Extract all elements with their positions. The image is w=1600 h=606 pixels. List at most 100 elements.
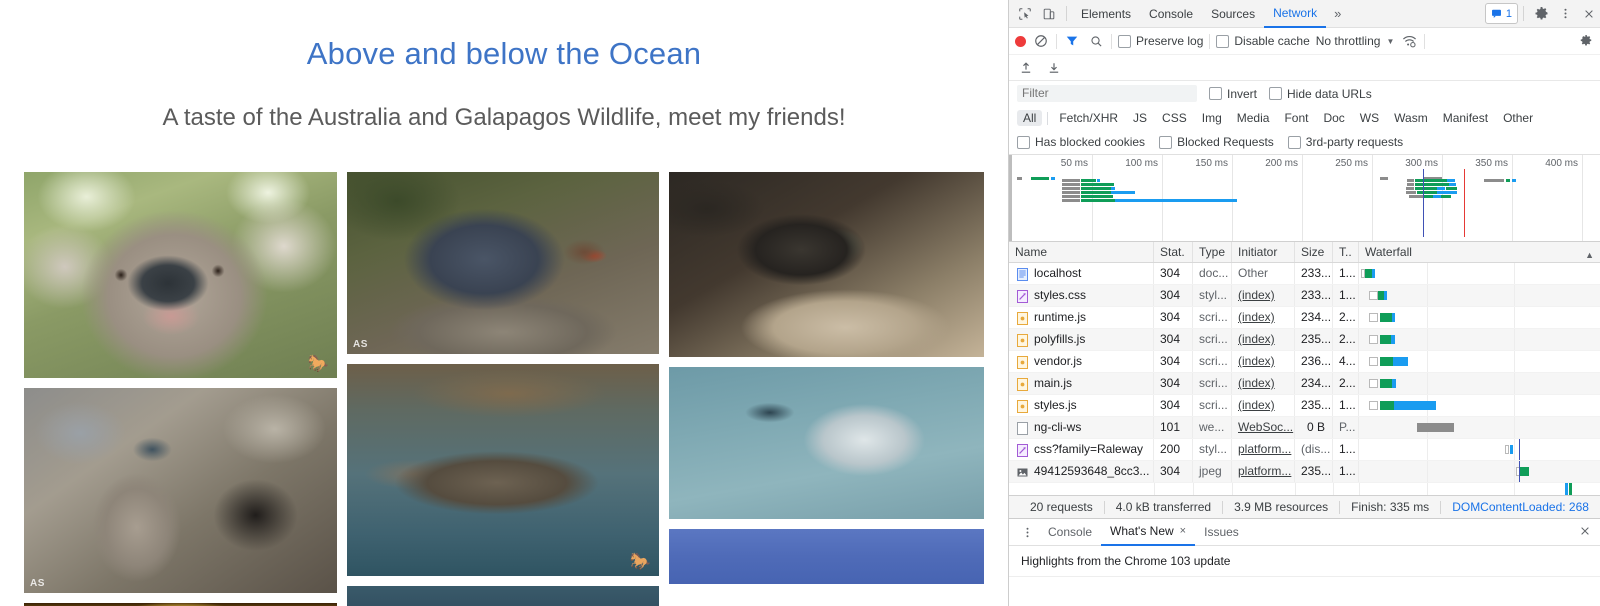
network-settings-gear-icon[interactable] (1577, 32, 1595, 50)
request-name-cell[interactable]: runtime.js (1009, 307, 1154, 328)
request-name-cell[interactable]: localhost (1009, 263, 1154, 284)
photo-sea-turtle[interactable] (347, 586, 659, 606)
initiator-cell[interactable]: (index) (1232, 285, 1295, 306)
type-filter-other[interactable]: Other (1497, 110, 1539, 126)
tab-elements[interactable]: Elements (1072, 1, 1140, 27)
table-row[interactable]: runtime.js 304 scri... (index) 234... 2.… (1009, 307, 1600, 329)
checkbox-box[interactable] (1017, 136, 1030, 149)
type-filter-media[interactable]: Media (1231, 110, 1276, 126)
table-row[interactable]: ng-cli-ws 101 we... WebSoc... 0 B P... (1009, 417, 1600, 439)
checkbox-box[interactable] (1209, 87, 1222, 100)
throttling-select[interactable]: No throttling (1316, 34, 1381, 48)
table-row[interactable]: main.js 304 scri... (index) 234... 2... (1009, 373, 1600, 395)
export-har-icon[interactable] (1045, 59, 1063, 77)
checkbox-box[interactable] (1288, 136, 1301, 149)
column-header-waterfall[interactable]: Waterfall ▲ (1359, 242, 1600, 262)
type-filter-fetch-xhr[interactable]: Fetch/XHR (1053, 110, 1124, 126)
third-party-requests-checkbox[interactable]: 3rd-party requests (1288, 135, 1403, 149)
initiator-cell[interactable]: (index) (1232, 307, 1295, 328)
request-name-cell[interactable]: vendor.js (1009, 351, 1154, 372)
request-name-cell[interactable]: polyfills.js (1009, 329, 1154, 350)
initiator-cell[interactable]: WebSoc... (1232, 417, 1295, 438)
checkbox-box[interactable] (1216, 35, 1229, 48)
filter-input[interactable] (1017, 85, 1197, 102)
request-name-cell[interactable]: ng-cli-ws (1009, 417, 1154, 438)
drawer-tab-whats-new[interactable]: What's New × (1101, 519, 1195, 546)
tab-sources[interactable]: Sources (1202, 1, 1264, 27)
issues-badge[interactable]: 1 (1485, 3, 1518, 24)
close-drawer-icon[interactable] (1579, 525, 1600, 540)
column-header-time[interactable]: T.. (1333, 242, 1359, 262)
initiator-cell[interactable]: (index) (1232, 351, 1295, 372)
close-devtools-icon[interactable] (1577, 2, 1600, 26)
has-blocked-cookies-checkbox[interactable]: Has blocked cookies (1017, 135, 1145, 149)
table-row[interactable]: vendor.js 304 scri... (index) 236... 4..… (1009, 351, 1600, 373)
column-header-type[interactable]: Type (1193, 242, 1232, 262)
type-filter-manifest[interactable]: Manifest (1437, 110, 1494, 126)
hide-data-urls-checkbox[interactable]: Hide data URLs (1269, 87, 1372, 101)
tab-console[interactable]: Console (1140, 1, 1202, 27)
column-header-status[interactable]: Stat. (1154, 242, 1193, 262)
type-filter-img[interactable]: Img (1196, 110, 1228, 126)
type-filter-font[interactable]: Font (1278, 110, 1314, 126)
request-name-cell[interactable]: styles.css (1009, 285, 1154, 306)
type-filter-doc[interactable]: Doc (1317, 110, 1350, 126)
type-filter-all[interactable]: All (1017, 110, 1042, 126)
photo-koala[interactable]: 🐎 (24, 172, 337, 378)
more-options-icon[interactable] (1553, 2, 1577, 26)
chevron-down-icon[interactable]: ▼ (1386, 37, 1394, 46)
photo-galapagos-giant-tortoise[interactable]: AS (347, 172, 659, 354)
network-conditions-icon[interactable] (1400, 32, 1418, 50)
blocked-requests-checkbox[interactable]: Blocked Requests (1159, 135, 1274, 149)
photo-whale-shark[interactable]: 🐎 (347, 364, 659, 576)
request-name-cell[interactable]: 49412593648_8cc3... (1009, 461, 1154, 482)
photo-red-footed-booby[interactable]: AS (24, 388, 337, 593)
request-name-cell[interactable]: css?family=Raleway (1009, 439, 1154, 460)
checkbox-box[interactable] (1269, 87, 1282, 100)
import-har-icon[interactable] (1017, 59, 1035, 77)
initiator-cell[interactable]: (index) (1232, 395, 1295, 416)
photo-manta-ray[interactable] (669, 367, 984, 519)
gear-icon[interactable] (1529, 2, 1553, 26)
initiator-cell[interactable]: platform... (1232, 461, 1295, 482)
drawer-tab-console[interactable]: Console (1039, 520, 1101, 545)
record-button[interactable] (1015, 36, 1026, 47)
sort-ascending-icon[interactable]: ▲ (1585, 245, 1594, 262)
table-row[interactable]: css?family=Raleway 200 styl... platform.… (1009, 439, 1600, 461)
type-filter-js[interactable]: JS (1127, 110, 1153, 126)
drawer-tab-issues[interactable]: Issues (1195, 520, 1248, 545)
preserve-log-checkbox[interactable]: Preserve log (1118, 34, 1203, 48)
device-toolbar-icon[interactable] (1037, 2, 1061, 26)
search-icon[interactable] (1087, 32, 1105, 50)
network-overview-timeline[interactable]: 50 ms 100 ms 150 ms 200 ms 250 ms 300 ms… (1009, 155, 1600, 242)
table-row[interactable]: styles.css 304 styl... (index) 233... 1.… (1009, 285, 1600, 307)
invert-checkbox[interactable]: Invert (1209, 87, 1257, 101)
inspect-element-icon[interactable] (1013, 2, 1037, 26)
column-header-initiator[interactable]: Initiator (1232, 242, 1295, 262)
column-header-name[interactable]: Name (1009, 242, 1154, 262)
type-filter-css[interactable]: CSS (1156, 110, 1193, 126)
checkbox-box[interactable] (1159, 136, 1172, 149)
photo-marine-iguana[interactable] (669, 172, 984, 357)
more-tabs-icon[interactable]: » (1326, 6, 1349, 21)
checkbox-box[interactable] (1118, 35, 1131, 48)
tab-network[interactable]: Network (1264, 0, 1326, 28)
table-row[interactable]: styles.js 304 scri... (index) 235... 1..… (1009, 395, 1600, 417)
table-row[interactable]: 49412593648_8cc3... 304 jpeg platform...… (1009, 461, 1600, 483)
filter-icon[interactable] (1063, 32, 1081, 50)
disable-cache-checkbox[interactable]: Disable cache (1216, 34, 1309, 48)
initiator-cell[interactable]: (index) (1232, 329, 1295, 350)
initiator-cell[interactable]: (index) (1232, 373, 1295, 394)
drawer-more-options-icon[interactable] (1015, 520, 1039, 544)
request-name-cell[interactable]: styles.js (1009, 395, 1154, 416)
close-icon[interactable]: × (1180, 519, 1186, 544)
clear-icon[interactable] (1032, 32, 1050, 50)
type-filter-wasm[interactable]: Wasm (1388, 110, 1434, 126)
table-row[interactable]: polyfills.js 304 scri... (index) 235... … (1009, 329, 1600, 351)
initiator-cell[interactable]: platform... (1232, 439, 1295, 460)
photo-blue-water[interactable] (669, 529, 984, 584)
request-name-cell[interactable]: main.js (1009, 373, 1154, 394)
table-row[interactable]: localhost 304 doc... Other 233... 1... (1009, 263, 1600, 285)
column-header-size[interactable]: Size (1295, 242, 1333, 262)
type-filter-ws[interactable]: WS (1354, 110, 1385, 126)
